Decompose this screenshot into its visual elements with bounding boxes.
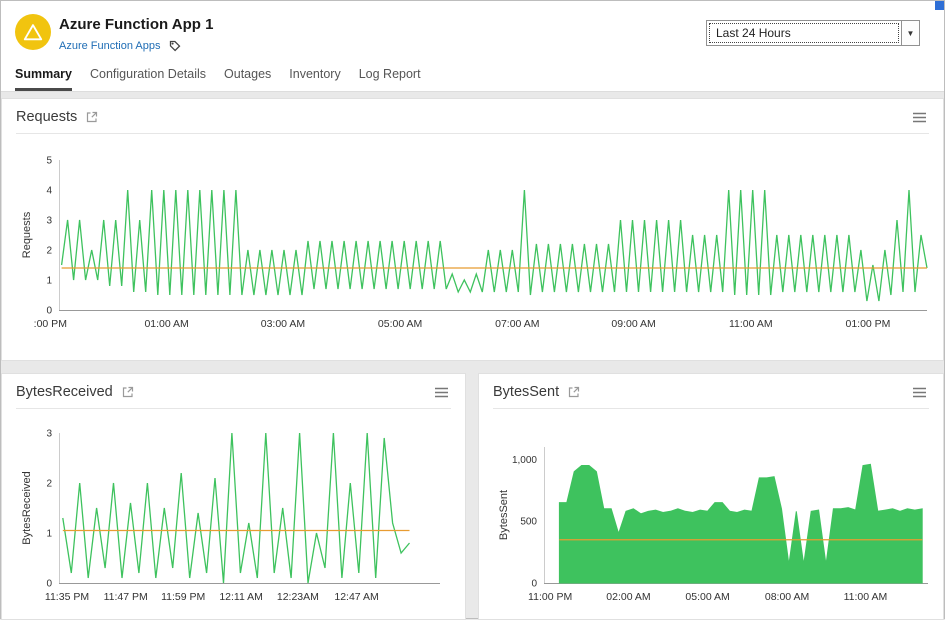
- svg-text:1: 1: [46, 529, 52, 540]
- svg-text:11:00 AM: 11:00 AM: [729, 318, 773, 330]
- panel-menu-icon[interactable]: [432, 385, 451, 400]
- tab-log-report[interactable]: Log Report: [359, 67, 421, 91]
- time-range-value: Last 24 Hours: [709, 23, 899, 43]
- tab-summary[interactable]: Summary: [15, 67, 72, 91]
- panel-title-requests: Requests: [16, 109, 77, 125]
- tab-outages[interactable]: Outages: [224, 67, 271, 91]
- svg-text:01:00 AM: 01:00 AM: [144, 318, 188, 330]
- svg-text:1,000: 1,000: [512, 455, 537, 466]
- svg-text:03:00 AM: 03:00 AM: [261, 318, 305, 330]
- svg-text::00 PM: :00 PM: [34, 318, 67, 330]
- svg-text:12:47 AM: 12:47 AM: [334, 591, 378, 603]
- svg-text:05:00 AM: 05:00 AM: [378, 318, 422, 330]
- requests-chart[interactable]: Requests 012345:00 PM01:00 AM03:00 AM05:…: [2, 134, 943, 360]
- breadcrumb-link[interactable]: Azure Function Apps: [59, 40, 161, 52]
- open-in-new-icon[interactable]: [86, 111, 98, 123]
- azure-function-app-icon: [15, 14, 51, 50]
- svg-text:08:00 AM: 08:00 AM: [765, 591, 809, 603]
- svg-text:12:23AM: 12:23AM: [277, 591, 319, 603]
- requests-panel: Requests Requests 012345:00 PM01:00 AM03…: [1, 98, 944, 361]
- bytes-received-panel: BytesReceived BytesReceived 012: [1, 373, 466, 620]
- svg-text:12:11 AM: 12:11 AM: [219, 591, 263, 603]
- svg-text:01:00 PM: 01:00 PM: [845, 318, 890, 330]
- svg-text:3: 3: [46, 216, 52, 227]
- svg-text:11:35 PM: 11:35 PM: [45, 591, 89, 603]
- svg-text:11:00 AM: 11:00 AM: [844, 591, 888, 603]
- svg-text:5: 5: [46, 156, 52, 167]
- svg-text:07:00 AM: 07:00 AM: [495, 318, 539, 330]
- svg-text:1: 1: [46, 276, 52, 287]
- bytes-sent-panel: BytesSent BytesSent 05001,00011: [478, 373, 944, 620]
- open-in-new-icon[interactable]: [122, 386, 134, 398]
- svg-text:11:47 PM: 11:47 PM: [104, 591, 148, 603]
- panel-menu-icon[interactable]: [910, 385, 929, 400]
- svg-text:2: 2: [46, 479, 52, 490]
- open-in-new-icon[interactable]: [568, 386, 580, 398]
- svg-text:3: 3: [46, 429, 52, 440]
- svg-text:2: 2: [46, 246, 52, 257]
- warning-triangle-icon: [22, 21, 44, 43]
- svg-text:0: 0: [46, 579, 52, 590]
- svg-text:0: 0: [531, 579, 537, 590]
- tab-bar: Summary Configuration Details Outages In…: [1, 63, 944, 91]
- page-title: Azure Function App 1: [59, 14, 213, 34]
- dashboard-main: Requests Requests 012345:00 PM01:00 AM03…: [1, 98, 944, 620]
- panel-title-bytesreceived: BytesReceived: [16, 384, 113, 400]
- bytes-sent-chart[interactable]: BytesSent 05001,00011:00 PM02:00 AM05:00…: [479, 409, 943, 619]
- panel-menu-icon[interactable]: [910, 110, 929, 125]
- svg-text:0: 0: [46, 306, 52, 317]
- svg-text:500: 500: [520, 517, 537, 528]
- tab-configuration-details[interactable]: Configuration Details: [90, 67, 206, 91]
- tag-icon[interactable]: [169, 40, 181, 52]
- svg-text:4: 4: [46, 186, 52, 197]
- tab-inventory[interactable]: Inventory: [289, 67, 340, 91]
- corner-artifact: [935, 1, 944, 10]
- dropdown-arrow-icon[interactable]: ▼: [901, 21, 919, 45]
- bytes-received-chart[interactable]: BytesReceived 012311:35 PM11:47 PM11:59 …: [2, 409, 465, 619]
- svg-text:09:00 AM: 09:00 AM: [611, 318, 655, 330]
- page-header: Azure Function App 1 Azure Function Apps…: [1, 1, 944, 92]
- panel-title-bytessent: BytesSent: [493, 384, 559, 400]
- svg-text:02:00 AM: 02:00 AM: [606, 591, 650, 603]
- svg-text:11:00 PM: 11:00 PM: [528, 591, 572, 603]
- svg-text:11:59 PM: 11:59 PM: [161, 591, 205, 603]
- svg-text:05:00 AM: 05:00 AM: [685, 591, 729, 603]
- time-range-select[interactable]: Last 24 Hours ▼: [706, 20, 920, 46]
